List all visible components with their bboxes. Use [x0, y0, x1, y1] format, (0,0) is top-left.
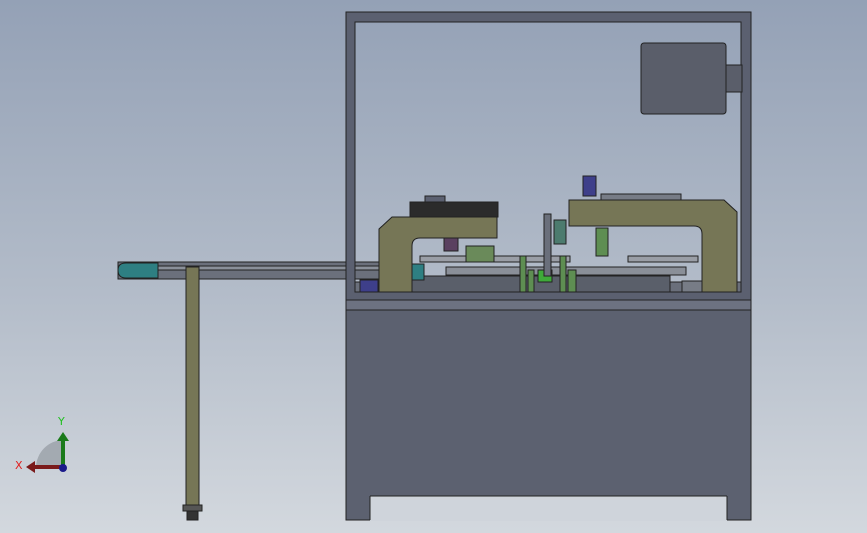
center-column	[543, 213, 552, 277]
leveling-foot	[186, 510, 199, 521]
z-axis-dot	[59, 464, 67, 472]
blue-block	[359, 279, 379, 293]
cylinder	[582, 175, 597, 197]
cad-viewport[interactable]: Y X	[0, 0, 867, 533]
coordinate-triad: Y X	[15, 415, 69, 473]
motor-box	[640, 42, 743, 115]
machine-cabinet	[345, 299, 752, 521]
x-axis-label: X	[15, 459, 23, 472]
y-axis-label: Y	[57, 415, 65, 428]
conveyor-leg	[185, 266, 200, 506]
